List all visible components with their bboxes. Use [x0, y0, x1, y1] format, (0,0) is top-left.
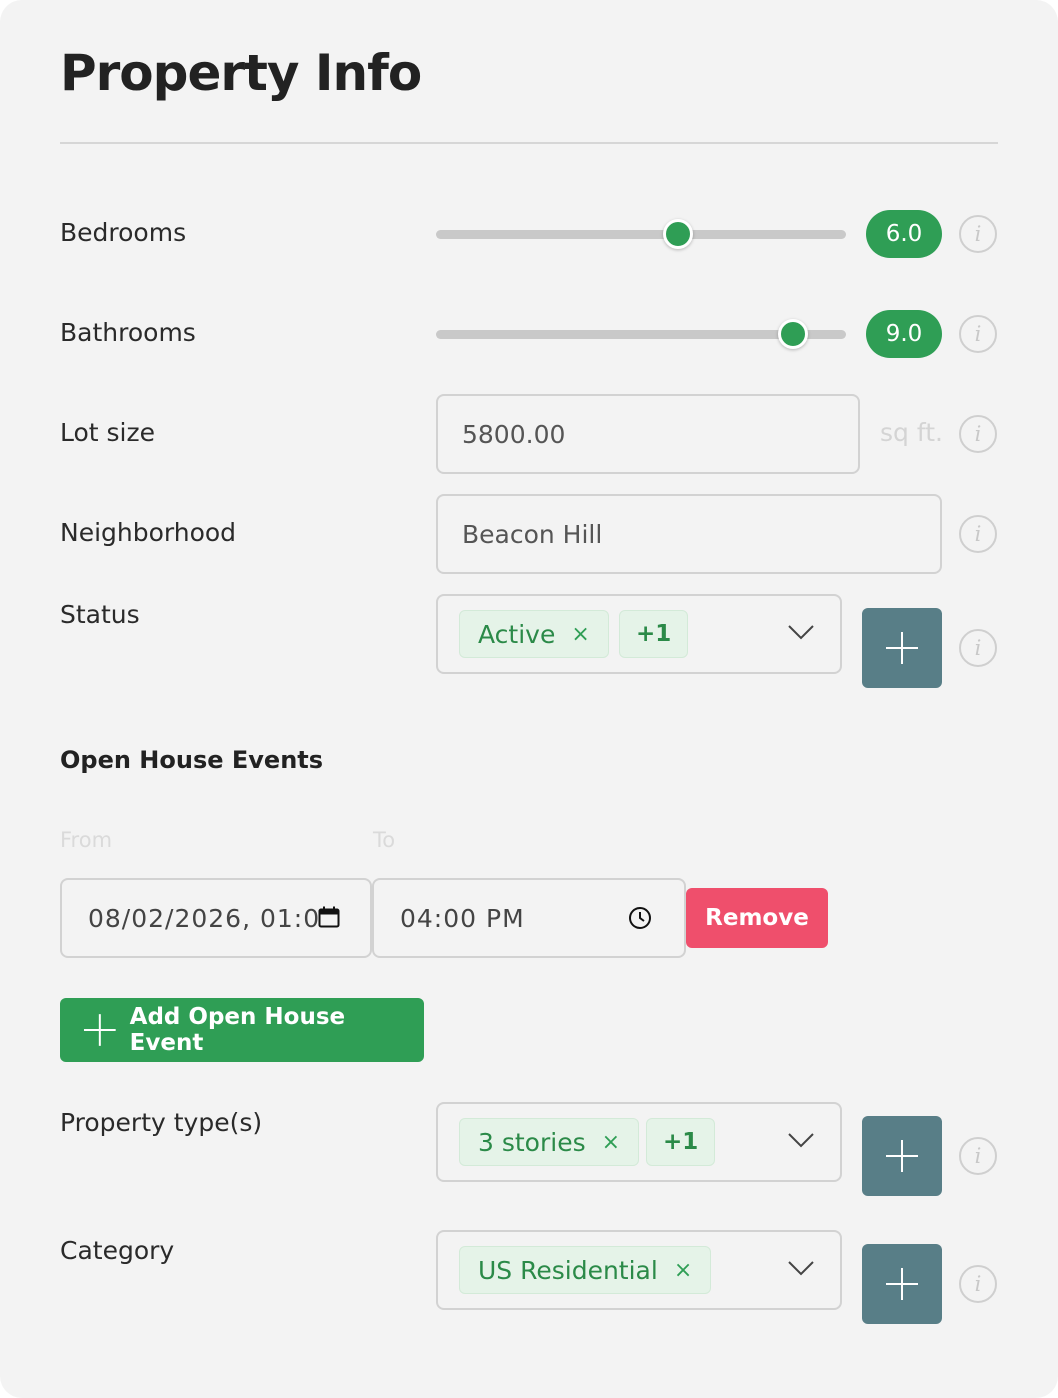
- property-type-chip: 3 stories ×: [459, 1118, 640, 1166]
- lot-size-input[interactable]: 5800.00: [436, 394, 860, 474]
- add-open-house-event-label: Add Open House Event: [129, 1004, 346, 1056]
- from-label: From: [60, 828, 113, 852]
- property-type-more-chip[interactable]: +1: [646, 1118, 716, 1166]
- bathrooms-info-icon[interactable]: i: [959, 315, 997, 353]
- lot-size-unit: sq ft.: [880, 418, 943, 447]
- category-add-button[interactable]: [862, 1244, 942, 1324]
- neighborhood-label: Neighborhood: [60, 518, 237, 547]
- bathrooms-label: Bathrooms: [60, 318, 196, 347]
- page-title: Property Info: [60, 44, 422, 102]
- plus-icon: [886, 632, 918, 664]
- calendar-icon[interactable]: [318, 906, 340, 928]
- category-select[interactable]: US Residential ×: [436, 1230, 842, 1310]
- chevron-down-icon[interactable]: [788, 624, 814, 640]
- add-open-house-event-button[interactable]: Add Open House Event: [60, 998, 424, 1062]
- status-add-button[interactable]: [862, 608, 942, 688]
- plus-icon: [886, 1140, 918, 1172]
- status-label: Status: [60, 600, 140, 629]
- bedrooms-slider-thumb[interactable]: [662, 219, 693, 249]
- category-chip-remove-icon[interactable]: ×: [674, 1258, 692, 1283]
- category-info-icon[interactable]: i: [959, 1265, 997, 1303]
- bedrooms-value-badge: 6.0: [866, 210, 942, 258]
- category-chip: US Residential ×: [459, 1246, 712, 1294]
- bedrooms-slider-track[interactable]: [436, 219, 846, 249]
- neighborhood-input[interactable]: Beacon Hill: [436, 494, 942, 574]
- property-type-select[interactable]: 3 stories × +1: [436, 1102, 842, 1182]
- title-divider: [60, 142, 998, 144]
- property-type-label: Property type(s): [60, 1108, 263, 1137]
- category-label: Category: [60, 1236, 175, 1265]
- property-info-card: Property Info Bedrooms 6.0 i Bathrooms 9…: [0, 0, 1058, 1398]
- property-type-chip-remove-icon[interactable]: ×: [602, 1130, 620, 1155]
- lot-size-info-icon[interactable]: i: [959, 415, 997, 453]
- bedrooms-info-icon[interactable]: i: [959, 215, 997, 253]
- bedrooms-label: Bedrooms: [60, 218, 187, 247]
- bathrooms-slider-track[interactable]: [436, 319, 846, 349]
- property-type-add-button[interactable]: [862, 1116, 942, 1196]
- status-info-icon[interactable]: i: [959, 629, 997, 667]
- bathrooms-slider-thumb[interactable]: [777, 319, 808, 349]
- neighborhood-info-icon[interactable]: i: [959, 515, 997, 553]
- status-chip-label: Active: [478, 619, 556, 649]
- status-chip: Active ×: [459, 610, 609, 658]
- property-type-info-icon[interactable]: i: [959, 1137, 997, 1175]
- property-type-chip-label: 3 stories: [478, 1127, 586, 1157]
- plus-icon: [886, 1268, 918, 1300]
- to-label: To: [373, 828, 396, 852]
- chevron-down-icon[interactable]: [788, 1260, 814, 1276]
- status-chip-remove-icon[interactable]: ×: [571, 622, 589, 647]
- chevron-down-icon[interactable]: [788, 1132, 814, 1148]
- bathrooms-value-badge: 9.0: [866, 310, 942, 358]
- lot-size-label: Lot size: [60, 418, 156, 447]
- open-house-heading: Open House Events: [60, 746, 324, 774]
- clock-icon[interactable]: [628, 906, 652, 930]
- from-datetime-value: 08/02/2026, 01:0: [88, 903, 321, 933]
- to-time-value: 04:00 PM: [400, 903, 525, 933]
- remove-event-button[interactable]: Remove: [686, 888, 828, 948]
- status-select[interactable]: Active × +1: [436, 594, 842, 674]
- category-chip-label: US Residential: [478, 1255, 658, 1285]
- plus-icon: [83, 1014, 116, 1046]
- status-more-chip[interactable]: +1: [619, 610, 689, 658]
